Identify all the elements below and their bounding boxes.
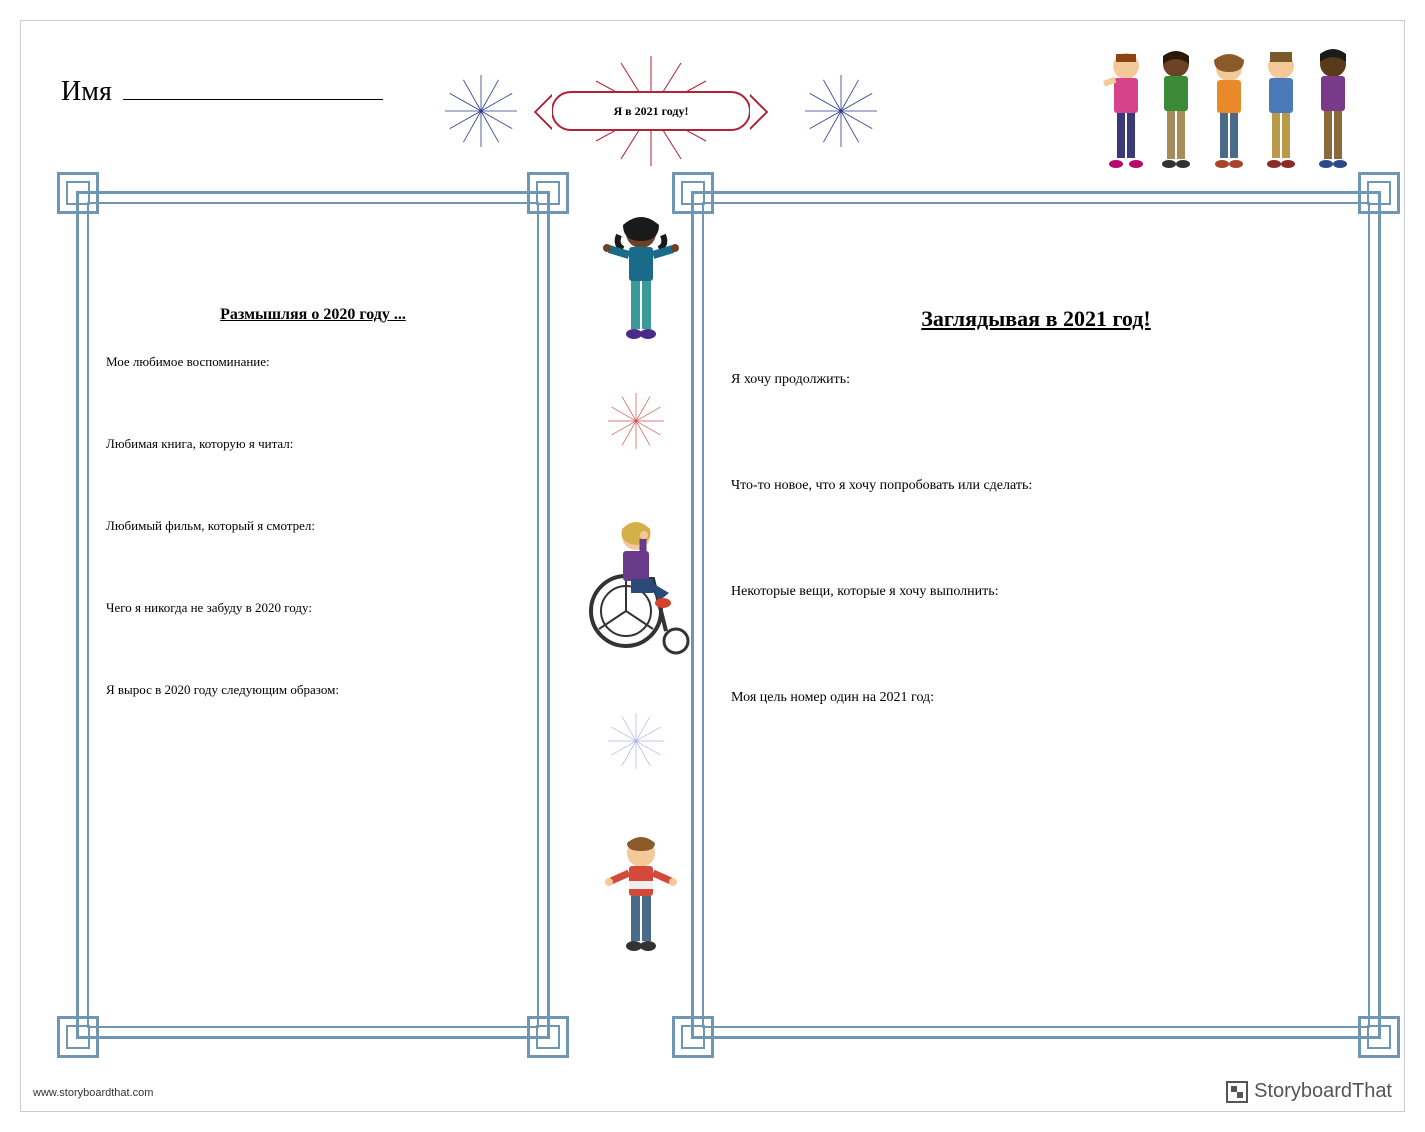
footer-brand: StoryboardThat [1226,1080,1392,1103]
frame-corner-icon [672,1016,714,1058]
footer-brand-text: StoryboardThat [1254,1080,1392,1103]
firework-icon [441,71,521,151]
title-banner: Я в 2021 году! [551,91,751,131]
prompt-text: Некоторые вещи, которые я хочу выполнить… [731,584,1341,600]
storyboard-logo-icon [1226,1081,1248,1103]
prompt-text: Чего я никогда не забуду в 2020 году: [106,600,520,616]
prompt-text: Что-то новое, что я хочу попробовать или… [731,478,1341,494]
right-panel-title: Заглядывая в 2021 год! [731,306,1341,332]
worksheet-page: Имя Я в 2021 году! [20,20,1405,1112]
prompt-text: Любимая книга, которую я читал: [106,436,520,452]
firework-icon [801,71,881,151]
footer-url: www.storyboardthat.com [33,1087,153,1099]
kid-wheelchair-illustration [581,501,701,661]
left-panel-title: Размышляя о 2020 году ... [106,306,520,324]
firework-icon [601,386,671,456]
prompt-text: Я хочу продолжить: [731,372,1341,388]
name-field-row: Имя [61,76,383,108]
right-panel-content: Заглядывая в 2021 год! Я хочу продолжить… [691,191,1381,796]
firework-icon [601,706,671,776]
name-input-line[interactable] [123,99,383,100]
kids-group-illustration [1086,46,1376,176]
prompt-text: Моя цель номер один на 2021 год: [731,690,1341,706]
kid-illustration [601,831,681,971]
frame-corner-icon [57,1016,99,1058]
frame-corner-icon [1358,1016,1400,1058]
prompt-text: Любимый фильм, который я смотрел: [106,518,520,534]
banner-text: Я в 2021 году! [613,104,688,119]
frame-corner-icon [527,1016,569,1058]
prompt-text: Я вырос в 2020 году следующим образом: [106,682,520,698]
prompt-text: Мое любимое воспоминание: [106,354,520,370]
kid-illustration [601,211,681,351]
left-panel-content: Размышляя о 2020 году ... Мое любимое во… [76,191,550,764]
name-label: Имя [61,76,112,107]
